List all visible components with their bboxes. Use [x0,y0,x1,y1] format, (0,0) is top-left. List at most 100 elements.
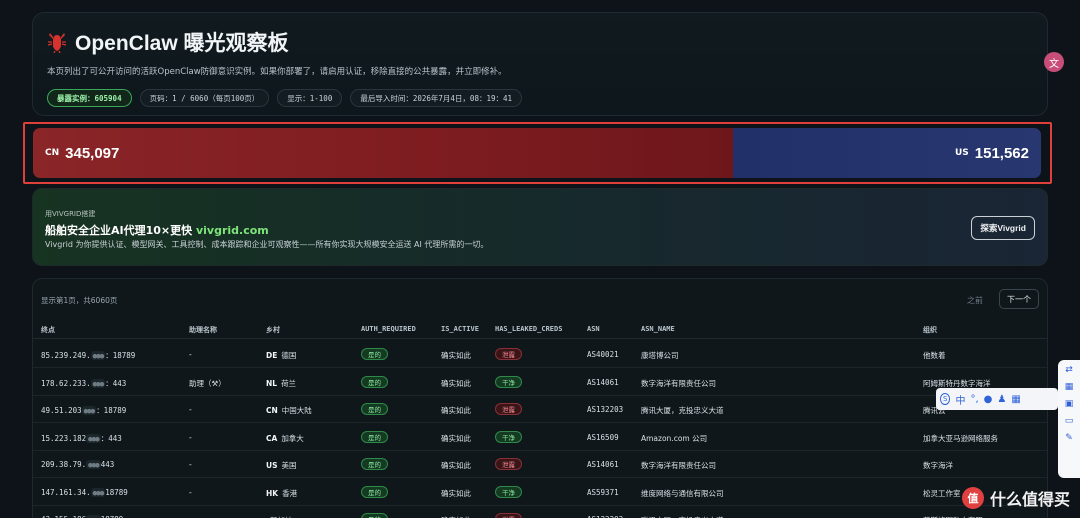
stats-pills: 暴露实例：605904 页码：1 / 6060（每页100页） 显示：1-100… [47,89,523,107]
table-row[interactable]: 147.161.34. ●●● 18789 - HK 香港 是的 确实如此 干净 AS59371 维… [33,479,1047,506]
asn-name-cell: 康塔博公司 [641,351,679,360]
country-cell: HK 香港 [266,488,297,499]
col-auth-required[interactable]: AUTH_REQUIRED [361,325,416,333]
asn-name-cell: 腾讯大厦，克投忠义大道 [641,406,724,415]
col-endpoint[interactable]: 终点 [41,325,55,335]
endpoint-port: ：443 [100,433,122,443]
side-grid-icon[interactable]: ▦ [1063,381,1075,393]
country-code: DE [266,351,278,360]
col-org[interactable]: 组织 [923,325,937,335]
active-cell: 确实如此 [441,461,471,470]
table-row[interactable]: 43.155.186●●●18789-新加坡是的确实如此泄露AS132203腾讯… [33,506,1047,518]
assistant-cell: - [189,405,192,414]
translate-icon[interactable]: 文 [1044,52,1064,72]
col-country[interactable]: 乡村 [266,325,280,335]
watermark-logo-icon: 值 [961,487,984,509]
asn-name-cell: 数字海洋有限责任公司 [641,378,716,388]
promo-title: 船舶安全企业AI代理10×更快 vivgrid.com [45,222,269,238]
col-is-active[interactable]: IS_ACTIVE [441,325,479,333]
country-count-us: 151,562 [974,144,1029,162]
auth-badge: 是的 [361,375,388,388]
promo-tag: 用VIVGRID搭建 [45,210,96,218]
ime-grid-icon[interactable]: ▦ [1011,394,1020,405]
endpoint-cell[interactable]: 147.161.34. ●●● 18789 [41,487,128,497]
country-segment-cn[interactable]: CN 345,097 [33,128,734,178]
asn-cell: AS132203 [587,405,624,414]
endpoint-cell[interactable]: 49.51.203 ●●● ：18789 [41,405,126,416]
side-edit-icon[interactable]: ✎ [1063,432,1075,444]
page-pill: 页码：1 / 6060（每页100页） [139,89,270,107]
endpoint-cell[interactable]: 85.239.249. ●●● ：18789 [41,350,135,361]
masked-ip-segment: ●●● [81,406,97,415]
leak-badge: 泄露 [495,403,522,415]
prev-page-button[interactable]: 之前 [961,291,989,309]
country-count-cn: 345,097 [65,144,120,162]
col-asn[interactable]: ASN [587,325,600,333]
col-asn-name[interactable]: ASN_NAME [641,325,675,333]
watermark-text: 什么值得买 [989,490,1070,509]
endpoint-port: ：18789 [96,406,127,415]
leak-badge: 干净 [495,430,522,443]
country-code: CN [266,406,278,415]
assistant-cell: - [189,350,192,359]
masked-ip-segment: ●●● [90,378,106,388]
org-cell: 松灵工作室 [923,488,961,498]
lobster-icon [47,31,67,54]
assistant-cell: - [189,460,192,469]
table-row[interactable]: 85.239.249. ●●● ：18789 - DE 德国 是的 确实如此 泄露 AS40021… [33,341,1047,368]
page-title: OpenClaw 曝光观察板 [47,27,289,57]
assistant-cell: - [189,432,192,442]
promo-description: Vivgrid 为你提供认证、模型网关、工具控制、成本跟踪和企业可观察性——所有… [45,240,489,249]
auth-badge: 是的 [361,485,388,498]
country-segment-us[interactable]: US 151,562 [733,128,1041,178]
ime-mode-label[interactable]: 中 [955,392,965,407]
country-name: 美国 [281,461,297,470]
ime-toolbar[interactable]: S 中 °, ● ♟ ▦ [936,388,1058,410]
table-row[interactable]: 49.51.203 ●●● ：18789 - CN 中国大陆 是的 确实如此 泄露 AS13220… [33,396,1047,423]
masked-ip-segment: ●●● [86,433,101,443]
country-bar-highlight: CN 345,097 US 151,562 [23,122,1052,184]
leak-badge: 泄露 [495,458,522,470]
asn-cell: AS14061 [587,377,619,387]
table-row[interactable]: 178.62.233. ●●● ：443 助理（⚒） NL 荷兰 是的 确实如此 干净 AS140… [33,369,1047,396]
ime-mic-icon[interactable]: ● [984,394,993,405]
country-name: 中国大陆 [281,406,312,415]
ime-punct-icon[interactable]: °, [970,394,978,405]
side-screen-icon[interactable]: ▭ [1063,415,1075,427]
asn-name-cell: 维度网络与通信有限公司 [641,488,724,498]
col-has-leaked-creds[interactable]: HAS_LEAKED_CREDS [495,325,562,333]
endpoint-port: 18789 [105,487,128,497]
ime-logo-icon[interactable]: S [940,393,951,405]
promo-link[interactable]: vivgrid.com [196,224,269,237]
watermark: 值 什么值得买 [961,486,1070,510]
country-code-cn: CN [45,148,60,158]
country-cell: US 美国 [266,460,297,471]
endpoint-port: ：443 [105,378,127,388]
active-cell: 确实如此 [441,406,471,415]
table-row[interactable]: 15.223.182 ●●● ：443 - CA 加拿大 是的 确实如此 干净 AS16509 Am… [33,424,1047,451]
page: OpenClaw 曝光观察板 本页列出了可公开访问的活跃OpenClaw防御意识… [0,0,1080,518]
country-cell: CA 加拿大 [266,433,304,444]
auth-badge: 是的 [361,458,388,470]
org-cell: 他数着 [923,351,946,360]
col-assistant[interactable]: 助理名称 [189,325,217,335]
explore-vivgrid-button[interactable]: 探索Vivgrid [971,216,1035,240]
side-translate-icon[interactable]: ⇄ [1063,364,1075,376]
country-name: 德国 [281,351,297,360]
endpoint-cell[interactable]: 178.62.233. ●●● ：443 [41,378,126,389]
endpoint-cell[interactable]: 15.223.182 ●●● ：443 [41,433,122,444]
page-subtitle: 本页列出了可公开访问的活跃OpenClaw防御意识实例。如果你部署了，请启用认证… [47,67,507,77]
table-row[interactable]: 209.38.79. ●●● 443 - US 美国 是的 确实如此 泄露 AS14061 数字海洋… [33,451,1047,478]
country-code: CA [266,433,278,443]
side-image-icon[interactable]: ▣ [1063,398,1075,410]
results-table-card: 显示第1页，共6060页 之前 下一个 终点 助理名称 乡村 AUTH_REQU… [32,278,1048,518]
next-page-button[interactable]: 下一个 [999,289,1039,309]
endpoint-port: ：18789 [105,351,136,360]
active-cell: 确实如此 [441,433,471,443]
leak-badge: 干净 [495,485,522,498]
ime-user-icon[interactable]: ♟ [997,394,1006,405]
country-code-us: US [954,148,969,158]
masked-ip-segment: ●●● [86,460,101,469]
active-cell: 确实如此 [441,351,471,360]
endpoint-cell[interactable]: 209.38.79. ●●● 443 [41,460,114,469]
